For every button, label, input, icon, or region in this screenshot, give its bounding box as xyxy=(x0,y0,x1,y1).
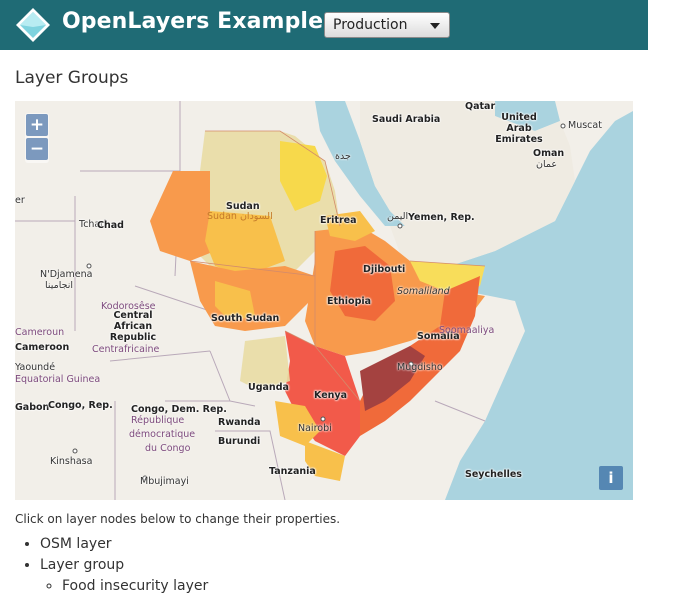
label-rdc-1: République xyxy=(131,415,185,426)
label-uganda: Uganda xyxy=(248,382,289,393)
layer-group-children: Food insecurity layer xyxy=(40,578,208,594)
label-ndjamena-ar: انجامينا xyxy=(45,280,74,291)
label-cameroun: Cameroun xyxy=(15,327,65,338)
label-tanzania: Tanzania xyxy=(269,466,316,477)
label-qatar: Qatar xyxy=(465,101,496,112)
label-uae: United Arab Emirates xyxy=(495,112,543,145)
label-mbujimayi: Mbujimayi xyxy=(140,476,189,487)
chevron-down-icon xyxy=(430,23,440,29)
fi-sudan-darfur xyxy=(150,171,215,261)
label-somalia-local: Soomaaliya xyxy=(439,325,495,336)
label-car: Central African Republic xyxy=(109,310,157,343)
label-somaliland: Somaliland xyxy=(397,286,450,297)
label-jeddah-ar: جدة xyxy=(335,151,351,162)
label-yemen-ar: اليمن xyxy=(387,211,409,222)
openlayers-logo-icon[interactable] xyxy=(14,6,52,44)
zoom-in-button[interactable]: + xyxy=(26,114,48,136)
label-kenya: Kenya xyxy=(314,390,348,401)
label-eritrea: Eritrea xyxy=(320,215,357,226)
brand-title[interactable]: OpenLayers Examples xyxy=(62,9,336,34)
label-burundi: Burundi xyxy=(218,436,261,447)
layer-node-food[interactable]: Food insecurity layer xyxy=(62,578,208,594)
label-saudi-arabia: Saudi Arabia xyxy=(372,114,441,125)
city-dot xyxy=(560,123,566,129)
label-rwanda: Rwanda xyxy=(218,417,261,428)
layer-label-group[interactable]: Layer group xyxy=(40,557,124,573)
label-seychelles: Seychelles xyxy=(465,469,522,480)
zoom-out-button[interactable]: − xyxy=(26,138,48,160)
layer-label-osm[interactable]: OSM layer xyxy=(40,536,112,552)
label-oman: Oman xyxy=(533,148,565,159)
label-ndjamena: N'Djamena xyxy=(40,269,93,280)
city-dot xyxy=(320,416,326,422)
layer-node-group[interactable]: Layer group Food insecurity layer xyxy=(40,557,208,594)
label-rdc-3: du Congo xyxy=(145,443,191,454)
zoom-control: + − xyxy=(25,113,49,163)
version-select-value: Production xyxy=(333,17,408,33)
label-yaounde: Yaoundé xyxy=(15,362,56,373)
label-gabon: Gabon xyxy=(15,402,50,413)
label-rdc-2: démocratique xyxy=(129,429,196,440)
label-congo-dem: Congo, Dem. Rep. xyxy=(131,404,227,415)
label-equatorial: Equatorial Guinea xyxy=(15,374,101,385)
label-yemen: Yemen, Rep. xyxy=(408,212,475,223)
label-sudan-ar: Sudan السودان xyxy=(207,211,273,222)
label-centrafricaine: Centrafricaine xyxy=(92,344,160,355)
city-dot xyxy=(72,448,78,454)
label-chad: Chad xyxy=(97,220,124,231)
page-title: Layer Groups xyxy=(15,68,129,88)
label-mogadishu: Mugdisho xyxy=(397,362,443,373)
label-ethiopia: Ethiopia xyxy=(327,296,372,307)
city-dot xyxy=(86,263,92,269)
version-select[interactable]: Production xyxy=(324,12,450,38)
label-kinshasa: Kinshasa xyxy=(50,456,93,467)
map-viewport[interactable]: Qatar Saudi Arabia United Arab Emirates … xyxy=(15,101,633,500)
label-cameroon: Cameroon xyxy=(15,342,70,353)
instructions-text: Click on layer nodes below to change the… xyxy=(15,512,341,526)
attribution-info-button[interactable]: i xyxy=(599,466,623,490)
label-edge: er xyxy=(15,195,25,206)
layer-label-food[interactable]: Food insecurity layer xyxy=(62,578,208,594)
label-nairobi: Nairobi xyxy=(298,423,332,434)
label-djibouti: Djibouti xyxy=(363,264,406,275)
layer-node-osm[interactable]: OSM layer xyxy=(40,536,208,552)
label-congo-rep: Congo, Rep. xyxy=(48,400,113,411)
navbar: OpenLayers Examples Production xyxy=(0,0,648,50)
layer-tree: OSM layer Layer group Food insecurity la… xyxy=(15,536,208,599)
label-south-sudan: South Sudan xyxy=(211,313,280,324)
city-dot xyxy=(397,223,403,229)
label-muscat: Muscat xyxy=(568,120,602,131)
label-oman-ar: عمان xyxy=(536,159,558,170)
